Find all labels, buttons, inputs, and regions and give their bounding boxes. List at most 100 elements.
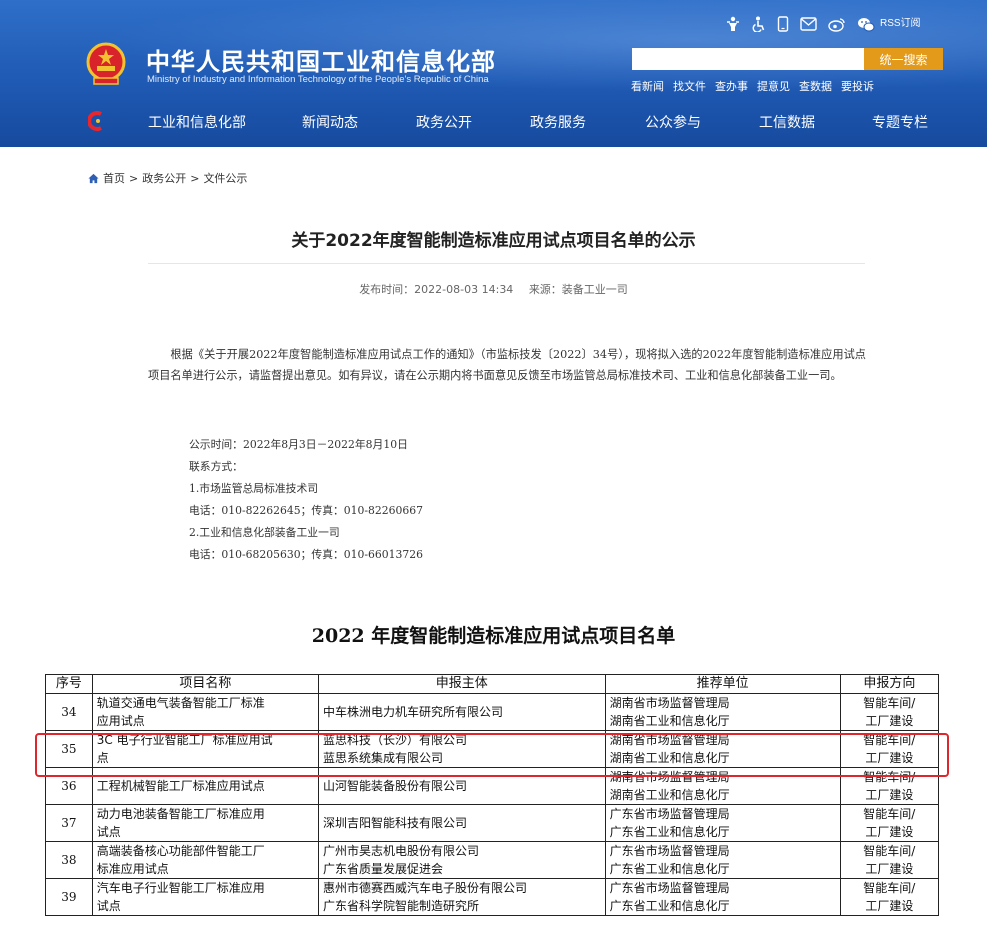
table-row: 34 轨道交通电气装备智能工厂标准 应用试点 中车株洲电力机车研究所有限公司 湖南… — [45, 693, 940, 731]
header-recommender: 推荐单位 — [604, 674, 841, 694]
quick-link-news[interactable]: 看新闻 — [631, 78, 664, 94]
contact-phone-2: 电话：010-68205630；传真：010-66013726 — [189, 548, 423, 561]
cell-direction: 智能车间/工厂建设 — [839, 804, 940, 842]
article-paragraph: 根据《关于开展2022年度智能制造标准应用试点工作的通知》（市监标技发〔2022… — [148, 348, 866, 382]
breadcrumb-home[interactable]: 首页 — [103, 170, 125, 186]
cell-line: 湖南省工业和信息化厅 — [609, 751, 730, 765]
cell-recommender: 湖南省市场监督管理局 湖南省工业和信息化厅 — [604, 693, 841, 731]
cell-line: 深圳吉阳智能科技有限公司 — [322, 816, 467, 830]
nav-item-news[interactable]: 新闻动态 — [302, 112, 358, 132]
cell-recommender: 广东省市场监督管理局 广东省工业和信息化厅 — [604, 841, 841, 879]
quick-link-services[interactable]: 查办事 — [715, 78, 748, 94]
nav-item-data[interactable]: 工信数据 — [759, 112, 815, 132]
weixin-icon[interactable] — [857, 17, 875, 32]
cell-entity: 山河智能装备股份有限公司 — [317, 767, 606, 805]
cell-entity: 广州市昊志机电股份有限公司 广东省质量发展促进会 — [317, 841, 606, 879]
cell-line: 智能车间/ — [863, 733, 916, 747]
contact-heading: 联系方式： — [189, 460, 243, 473]
nav-item-topics[interactable]: 专题专栏 — [872, 112, 928, 132]
cell-no: 34 — [45, 693, 93, 731]
cell-line: 汽车电子行业智能工厂标准应用 — [96, 881, 265, 895]
cell-line: 工厂建设 — [865, 862, 914, 876]
header-direction: 申报方向 — [839, 674, 940, 694]
cell-line: 湖南省市场监督管理局 — [609, 696, 730, 710]
breadcrumb-gov-affairs[interactable]: 政务公开 — [142, 170, 186, 186]
cell-entity: 蓝思科技（长沙）有限公司 蓝思系统集成有限公司 — [317, 730, 606, 768]
cell-line: 标准应用试点 — [96, 862, 169, 876]
cell-line: 工厂建设 — [865, 788, 914, 802]
cell-project-name: 工程机械智能工厂标准应用试点 — [91, 767, 319, 805]
table-row: 37 动力电池装备智能工厂标准应用 试点 深圳吉阳智能科技有限公司 广东省市场监督… — [45, 804, 940, 842]
cell-direction: 智能车间/工厂建设 — [839, 878, 940, 916]
cell-line: 工厂建设 — [865, 899, 914, 913]
cell-line: 广东省市场监督管理局 — [609, 807, 730, 821]
quick-link-complaint[interactable]: 要投诉 — [841, 78, 874, 94]
weibo-icon[interactable] — [828, 17, 846, 32]
accessibility-icon[interactable] — [751, 16, 766, 32]
cell-no: 36 — [45, 767, 93, 805]
contact-org-2: 2.工业和信息化部装备工业一司 — [189, 526, 340, 539]
article-meta: 发布时间：2022-08-03 14:34 来源：装备工业一司 — [0, 281, 987, 297]
nav-item-gov-services[interactable]: 政务服务 — [530, 112, 586, 132]
cell-direction: 智能车间/工厂建设 — [839, 767, 940, 805]
cell-no: 38 — [45, 841, 93, 879]
cell-entity: 惠州市德赛西威汽车电子股份有限公司 广东省科学院智能制造研究所 — [317, 878, 606, 916]
nav-item-public[interactable]: 公众参与 — [645, 112, 701, 132]
cell-project-name: 轨道交通电气装备智能工厂标准 应用试点 — [91, 693, 319, 731]
cell-line: 智能车间/ — [863, 881, 916, 895]
table-title: 2022 年度智能制造标准应用试点项目名单 — [311, 625, 676, 647]
cell-no: 35 — [45, 730, 93, 768]
cell-line: 智能车间/ — [863, 807, 916, 821]
cell-line: 轨道交通电气装备智能工厂标准 — [96, 696, 265, 710]
nav-item-ministry[interactable]: 工业和信息化部 — [148, 112, 246, 132]
table-row: 39 汽车电子行业智能工厂标准应用 试点 惠州市德赛西威汽车电子股份有限公司 广东省… — [45, 878, 940, 916]
cell-line: 试点 — [96, 825, 121, 839]
cell-project-name: 高端装备核心功能部件智能工厂 标准应用试点 — [91, 841, 319, 879]
search-button[interactable]: 统一搜索 — [864, 48, 943, 70]
mail-icon[interactable] — [800, 17, 817, 31]
cell-recommender: 广东省市场监督管理局 广东省工业和信息化厅 — [604, 804, 841, 842]
cell-project-name: 3C 电子行业智能工厂标准应用试点 — [91, 730, 319, 768]
cell-line: 广东省市场监督管理局 — [609, 844, 730, 858]
cell-line: 智能车间/ — [863, 770, 916, 784]
header-project-name: 项目名称 — [91, 674, 319, 694]
quick-link-data[interactable]: 查数据 — [799, 78, 832, 94]
cell-project-name: 动力电池装备智能工厂标准应用 试点 — [91, 804, 319, 842]
national-emblem-icon[interactable] — [86, 42, 126, 86]
cell-direction: 智能车间/工厂建设 — [839, 693, 940, 731]
breadcrumb-file-notice[interactable]: 文件公示 — [203, 170, 247, 186]
cell-line: 工厂建设 — [865, 825, 914, 839]
site-title[interactable]: 中华人民共和国工业和信息化部 — [146, 42, 496, 77]
contact-info: 公示时间：2022年8月3日－2022年8月10日 联系方式： 1.市场监管总局… — [189, 434, 423, 566]
search-input[interactable] — [632, 48, 864, 70]
quick-link-feedback[interactable]: 提意见 — [757, 78, 790, 94]
cell-line: 广东省科学院智能制造研究所 — [322, 899, 479, 913]
nav-item-gov-affairs[interactable]: 政务公开 — [416, 112, 472, 132]
top-icon-bar: RSS订阅 — [726, 14, 921, 34]
cell-line: 广东省工业和信息化厅 — [609, 825, 730, 839]
cell-line: 蓝思系统集成有限公司 — [322, 751, 443, 765]
site-subtitle: Ministry of Industry and Information Tec… — [147, 74, 489, 85]
article-title: 关于2022年度智能制造标准应用试点项目名单的公示 — [291, 231, 696, 251]
contact-phone-1: 电话：010-82262645；传真：010-82260667 — [189, 504, 423, 517]
home-icon — [88, 173, 99, 183]
cell-line: 工厂建设 — [865, 714, 914, 728]
mobile-icon[interactable] — [777, 16, 789, 32]
cell-line: 湖南省工业和信息化厅 — [609, 714, 730, 728]
cell-line: 蓝思科技（长沙）有限公司 — [322, 733, 467, 747]
cell-line: 山河智能装备股份有限公司 — [322, 779, 467, 793]
cell-no: 39 — [45, 878, 93, 916]
elderly-mode-icon[interactable] — [726, 16, 740, 32]
header-no: 序号 — [45, 674, 93, 694]
cell-line: 湖南省市场监督管理局 — [609, 733, 730, 747]
quick-link-files[interactable]: 找文件 — [673, 78, 706, 94]
cell-line: 智能车间/ — [863, 844, 916, 858]
main-nav: 工业和信息化部 新闻动态 政务公开 政务服务 公众参与 工信数据 专题专栏 — [0, 106, 987, 138]
cell-line: 广东省工业和信息化厅 — [609, 862, 730, 876]
home-logo-icon[interactable] — [88, 110, 104, 132]
rss-link[interactable]: RSS订阅 — [880, 19, 921, 29]
header-entity: 申报主体 — [317, 674, 606, 694]
cell-entity: 中车株洲电力机车研究所有限公司 — [317, 693, 606, 731]
cell-line: 广东省工业和信息化厅 — [609, 899, 730, 913]
cell-line: 工厂建设 — [865, 751, 914, 765]
